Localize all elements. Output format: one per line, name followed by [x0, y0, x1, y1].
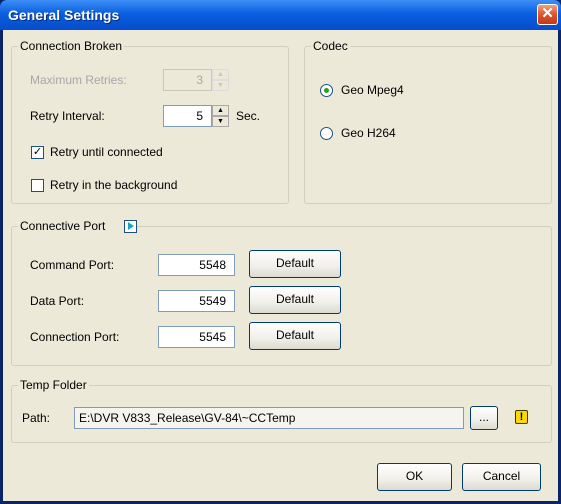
spin-down-icon[interactable]: ▼	[212, 116, 229, 127]
codec-group: Codec Geo Mpeg4 Geo H264	[304, 39, 552, 204]
command-port-label: Command Port:	[30, 258, 115, 272]
ok-button[interactable]: OK	[377, 463, 452, 491]
retry-background-checkbox[interactable]	[31, 179, 44, 192]
data-port-field[interactable]: 5549	[158, 290, 235, 312]
close-icon: ✕	[541, 5, 554, 22]
retry-background-label[interactable]: Retry in the background	[50, 178, 177, 192]
dialog-window: General Settings ✕ Connection Broken Max…	[0, 0, 561, 504]
retry-until-connected-label[interactable]: Retry until connected	[50, 145, 163, 159]
connection-broken-group: Connection Broken Maximum Retries: 3 ▲ ▼…	[11, 39, 289, 204]
connection-port-field[interactable]: 5545	[158, 326, 235, 348]
window-title: General Settings	[8, 7, 120, 23]
codec-option-h264[interactable]: Geo H264	[341, 126, 396, 140]
retry-until-connected-checkbox[interactable]: ✓	[31, 146, 44, 159]
codec-legend: Codec	[311, 39, 350, 53]
codec-option-mpeg4[interactable]: Geo Mpeg4	[341, 83, 404, 97]
temp-folder-group: Temp Folder Path: E:\DVR V833_Release\GV…	[11, 378, 552, 443]
connection-broken-legend: Connection Broken	[18, 39, 125, 53]
data-port-default-button[interactable]: Default	[249, 286, 341, 314]
spin-up-icon[interactable]: ▲	[212, 105, 229, 116]
codec-radio-h264[interactable]	[320, 127, 333, 140]
title-bar[interactable]: General Settings ✕	[0, 0, 561, 30]
data-port-label: Data Port:	[30, 294, 85, 308]
retry-interval-label: Retry Interval:	[30, 109, 105, 123]
spin-up-icon: ▲	[212, 69, 229, 80]
connective-port-group: Connective Port Command Port: 5548 Defau…	[11, 219, 552, 366]
temp-folder-legend: Temp Folder	[18, 378, 89, 392]
path-field[interactable]: E:\DVR V833_Release\GV-84\~CCTemp	[74, 407, 464, 429]
close-button[interactable]: ✕	[537, 4, 558, 25]
command-port-field[interactable]: 5548	[158, 254, 235, 276]
spin-down-icon: ▼	[212, 80, 229, 91]
retry-interval-unit: Sec.	[236, 109, 261, 123]
max-retries-field: 3	[163, 69, 212, 91]
cancel-button[interactable]: Cancel	[462, 463, 541, 491]
warning-icon: !	[515, 410, 528, 424]
expand-arrow-icon[interactable]	[124, 220, 137, 233]
codec-radio-mpeg4[interactable]	[320, 84, 333, 97]
retry-interval-spinner[interactable]: ▲ ▼	[212, 105, 229, 127]
checkmark-icon: ✓	[32, 146, 43, 158]
dialog-body: Connection Broken Maximum Retries: 3 ▲ ▼…	[3, 30, 558, 501]
max-retries-label: Maximum Retries:	[30, 73, 127, 87]
browse-button[interactable]: ...	[470, 406, 498, 430]
connective-port-legend: Connective Port	[18, 219, 130, 233]
connection-port-default-button[interactable]: Default	[249, 322, 341, 350]
retry-interval-field[interactable]: 5	[163, 105, 212, 127]
max-retries-spinner: ▲ ▼	[212, 69, 229, 91]
path-label: Path:	[22, 411, 51, 425]
connection-port-label: Connection Port:	[30, 330, 120, 344]
command-port-default-button[interactable]: Default	[249, 250, 341, 278]
